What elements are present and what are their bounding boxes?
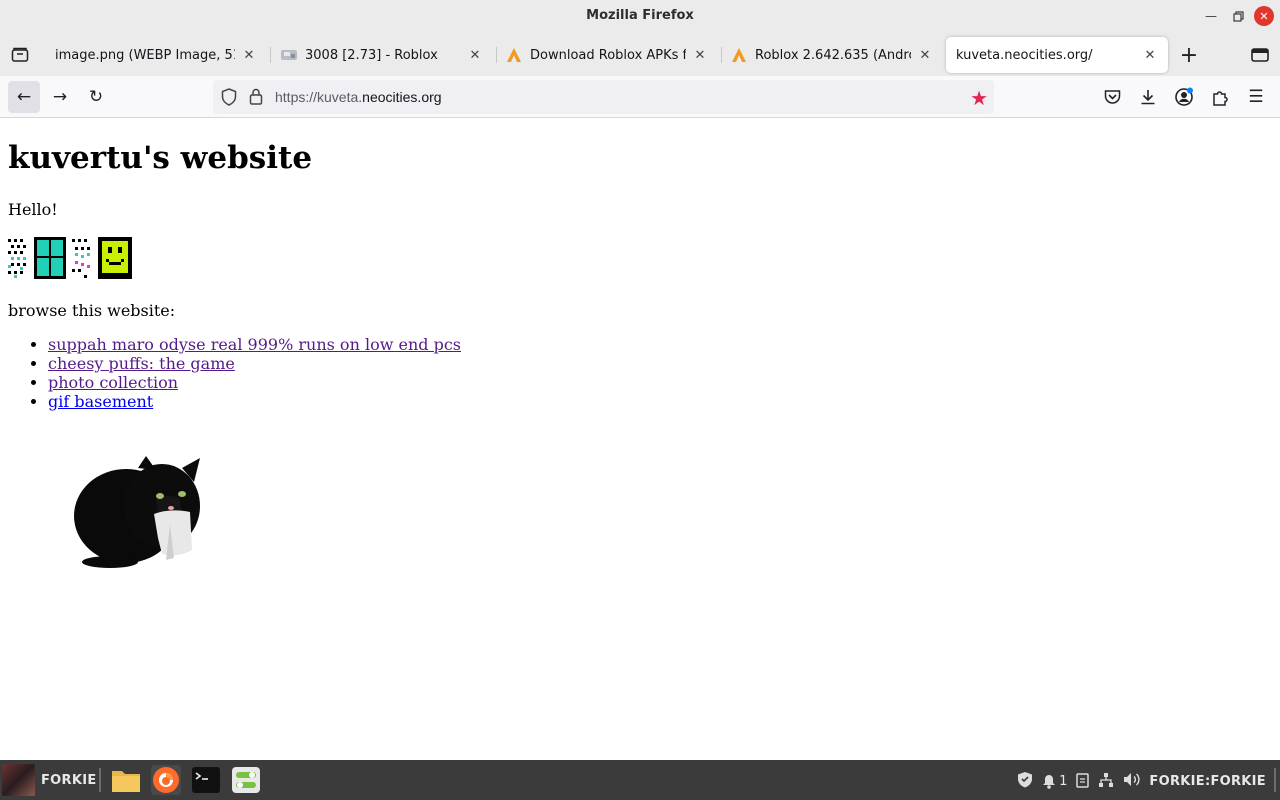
back-button[interactable]: ← — [8, 81, 40, 113]
reload-button[interactable]: ↻ — [80, 81, 112, 113]
tab-label: image.png (WEBP Image, 512 × — [55, 47, 235, 63]
volume-icon[interactable] — [1123, 772, 1141, 791]
list-all-tabs-button[interactable] — [1247, 42, 1273, 68]
clipboard-icon[interactable] — [1076, 772, 1090, 792]
close-icon[interactable]: ✕ — [917, 48, 933, 63]
taskbar-separator — [99, 768, 101, 792]
forward-arrow-icon: → — [52, 87, 68, 107]
avatar — [2, 764, 35, 796]
settings-launcher[interactable] — [231, 765, 261, 795]
link-cheesy-puffs-game[interactable]: cheesy puffs: the game — [48, 354, 235, 373]
link-suppah-maro-odyse[interactable]: suppah maro odyse real 999% runs on low … — [48, 335, 461, 354]
list-item: photo collection — [48, 373, 461, 392]
new-tab-button[interactable]: + — [1176, 42, 1202, 68]
account-button[interactable] — [1168, 81, 1200, 113]
taskbar-username: FORKIE — [41, 772, 97, 788]
pocket-icon — [1104, 90, 1120, 104]
browse-label: browse this website: — [8, 301, 176, 320]
minimize-icon: — — [1205, 9, 1217, 23]
tab-label: 3008 [2.73] - Roblox — [305, 47, 438, 63]
window-titlebar: Mozilla Firefox — ✕ — [0, 0, 1280, 33]
forward-button[interactable]: → — [44, 81, 76, 113]
minimize-button[interactable]: — — [1201, 6, 1221, 26]
downloads-button[interactable] — [1132, 81, 1164, 113]
list-item: cheesy puffs: the game — [48, 354, 461, 373]
download-icon — [1141, 90, 1155, 105]
url-bar[interactable]: https://kuveta.neocities.org ★ — [213, 80, 994, 114]
pixel-smiley-badge-icon — [72, 235, 134, 281]
close-icon[interactable]: ✕ — [1142, 48, 1158, 63]
terminal-icon — [192, 767, 220, 793]
maximize-button[interactable] — [1228, 6, 1248, 26]
pixel-door-badge-icon — [8, 235, 68, 281]
taskbar-separator — [1274, 768, 1276, 792]
site-navigation-list: suppah maro odyse real 999% runs on low … — [48, 335, 461, 411]
url-domain: neocities.org — [362, 89, 442, 105]
terminal-launcher[interactable] — [191, 765, 221, 795]
close-icon[interactable]: ✕ — [241, 48, 257, 63]
bell-icon — [1043, 775, 1056, 789]
apkmirror-icon — [506, 47, 522, 63]
back-arrow-icon: ← — [16, 87, 32, 107]
window-title: Mozilla Firefox — [586, 8, 694, 23]
tab-list-icon — [1251, 48, 1269, 62]
url-text[interactable]: https://kuveta.neocities.org — [275, 89, 442, 105]
page-title: kuvertu's website — [8, 140, 313, 176]
extensions-button[interactable] — [1204, 81, 1236, 113]
account-icon — [1175, 87, 1193, 106]
user-menu-button[interactable]: FORKIE — [2, 764, 97, 796]
hamburger-menu-icon: ☰ — [1248, 87, 1264, 107]
close-icon[interactable]: ✕ — [692, 48, 708, 63]
link-gif-basement[interactable]: gif basement — [48, 392, 153, 411]
notifications-button[interactable]: 1 — [1042, 774, 1067, 789]
tab-image-png[interactable]: image.png (WEBP Image, 512 × ✕ — [45, 37, 267, 73]
puzzle-piece-icon — [1212, 90, 1228, 106]
tab-strip: image.png (WEBP Image, 512 × ✕ 3008 [2.7… — [0, 33, 1280, 76]
firefox-icon — [153, 767, 179, 793]
close-window-button[interactable]: ✕ — [1254, 6, 1274, 26]
tab-label: kuveta.neocities.org/ — [956, 47, 1093, 63]
folder-icon — [112, 771, 140, 792]
roblox-game-thumbnail-icon — [281, 47, 297, 63]
notification-count: 1 — [1059, 774, 1068, 789]
close-icon[interactable]: ✕ — [467, 48, 483, 63]
navigation-toolbar: ← → ↻ https://kuveta.neocities.org ★ ☰ — [0, 76, 1280, 118]
lock-icon[interactable] — [249, 88, 263, 109]
tab-label: Download Roblox APKs for — [530, 47, 686, 63]
pixel-badge-row — [8, 235, 134, 281]
system-tray: 1 FORKIE:FORKIE — [1017, 771, 1266, 792]
shield-update-icon[interactable] — [1017, 771, 1033, 792]
network-icon[interactable] — [1098, 772, 1114, 792]
tab-roblox-android[interactable]: Roblox 2.642.635 (Android ✕ — [721, 37, 943, 73]
url-prefix: https://kuveta. — [275, 89, 363, 105]
greeting-text: Hello! — [8, 200, 58, 219]
app-menu-button[interactable]: ☰ — [1240, 81, 1272, 113]
black-cat-image — [74, 456, 200, 568]
list-item: suppah maro odyse real 999% runs on low … — [48, 335, 461, 354]
tab-download-roblox-apks[interactable]: Download Roblox APKs for ✕ — [496, 37, 718, 73]
plus-icon: + — [1179, 42, 1199, 68]
reload-icon: ↻ — [88, 87, 104, 107]
tab-kuveta-neocities[interactable]: kuveta.neocities.org/ ✕ — [946, 37, 1168, 73]
web-page-content: kuvertu's website Hello! browse this web… — [0, 118, 1280, 760]
pocket-button[interactable] — [1096, 81, 1128, 113]
taskbar: FORKIE 1 FORKIE:FORKIE — [0, 760, 1280, 800]
restore-icon — [1232, 10, 1244, 22]
tab-roblox-3008[interactable]: 3008 [2.73] - Roblox ✕ — [271, 37, 493, 73]
firefox-view-icon — [11, 47, 29, 62]
link-photo-collection[interactable]: photo collection — [48, 373, 178, 392]
tracking-protection-shield-icon[interactable] — [221, 88, 237, 110]
tab-label: Roblox 2.642.635 (Android — [755, 47, 911, 63]
bookmark-star-icon[interactable]: ★ — [970, 86, 988, 110]
toggle-settings-icon — [232, 767, 260, 793]
close-icon: ✕ — [1259, 9, 1269, 23]
file-manager-launcher[interactable] — [111, 765, 141, 795]
apkmirror-icon — [731, 47, 747, 63]
list-item: gif basement — [48, 392, 461, 411]
firefox-launcher[interactable] — [151, 765, 181, 795]
clock[interactable]: FORKIE:FORKIE — [1149, 774, 1266, 789]
firefox-view-button[interactable] — [7, 42, 33, 68]
